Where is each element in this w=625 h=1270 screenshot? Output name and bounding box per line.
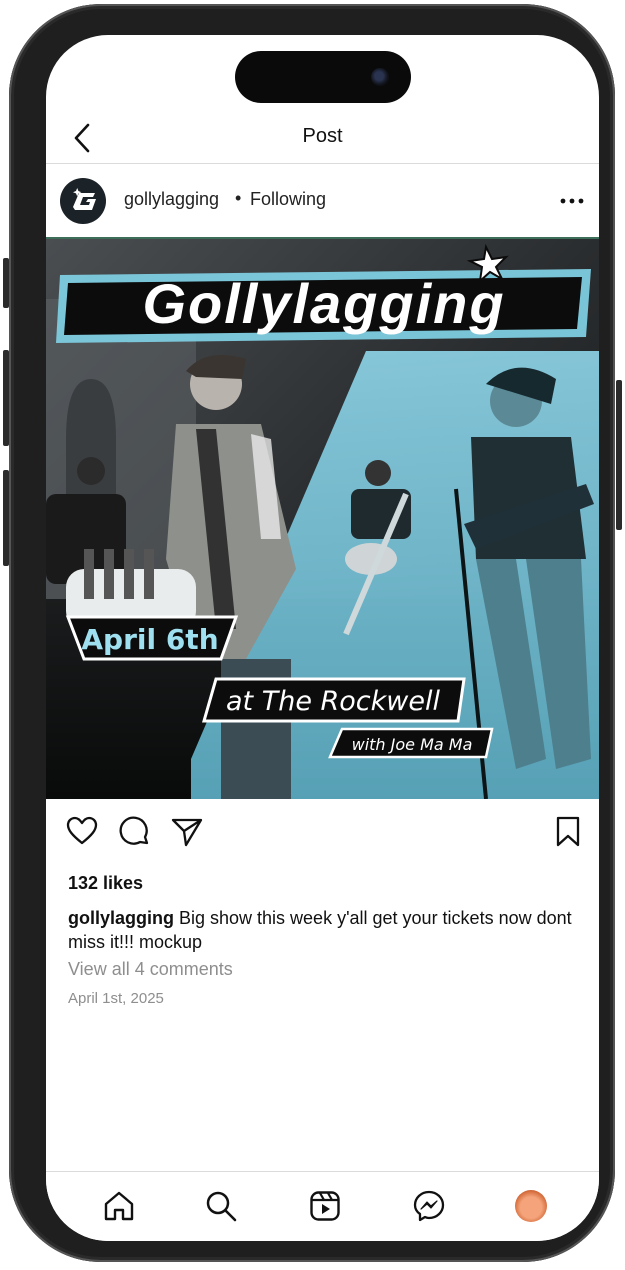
home-icon [104,1191,134,1221]
tab-profile[interactable] [511,1186,551,1226]
event-support: with Joe Ma Ma [352,735,473,754]
following-button[interactable]: Following [250,189,326,210]
event-date: April 6th [81,623,218,656]
heart-icon [66,816,98,845]
tab-reels[interactable] [305,1186,345,1226]
separator-dot: • [235,188,242,208]
more-horizontal-icon [560,198,584,204]
caption-username[interactable]: gollylagging [68,908,174,928]
profile-avatar [515,1190,547,1222]
page-title: Post [302,125,343,147]
post-username[interactable]: gollylagging [124,189,219,210]
avatar[interactable] [60,178,106,224]
phone-frame: Post gollylagging • Following Gollylaggi… [9,4,615,1262]
dynamic-island [235,51,411,103]
event-venue: at The Rockwell [226,686,440,717]
bottom-tab-bar [46,1171,599,1241]
likes-count[interactable]: 132 likes [68,873,143,894]
bookmark-icon [556,816,580,847]
front-camera [371,68,389,86]
post-image[interactable]: Gollylagging April 6th at The Rockwell w… [46,237,599,799]
share-button[interactable] [171,817,203,852]
like-button[interactable] [66,816,98,851]
comment-icon [119,816,149,845]
support-badge: with Joe Ma Ma [328,727,494,759]
post-date: April 1st, 2025 [68,990,164,1007]
tab-search[interactable] [201,1186,241,1226]
date-badge: April 6th [65,615,239,661]
more-options-button[interactable] [560,194,584,206]
share-icon [171,818,203,847]
tab-home[interactable] [99,1186,139,1226]
comment-button[interactable] [119,816,151,853]
venue-badge: at The Rockwell [202,677,466,723]
post-caption: gollylagging Big show this week y'all ge… [68,906,578,954]
power-button [616,380,622,530]
top-nav: Post [46,113,599,164]
post-actions [46,805,599,865]
tab-messenger[interactable] [409,1186,449,1226]
band-logo-icon [73,188,96,210]
post-header: gollylagging • Following [46,164,599,236]
reels-icon [310,1191,340,1221]
screen: Post gollylagging • Following Gollylaggi… [46,35,599,1241]
messenger-icon [413,1190,445,1222]
band-logo-text: Gollylagging [142,272,505,335]
view-comments-link[interactable]: View all 4 comments [68,959,233,980]
save-button[interactable] [556,816,580,853]
search-icon [206,1191,237,1222]
